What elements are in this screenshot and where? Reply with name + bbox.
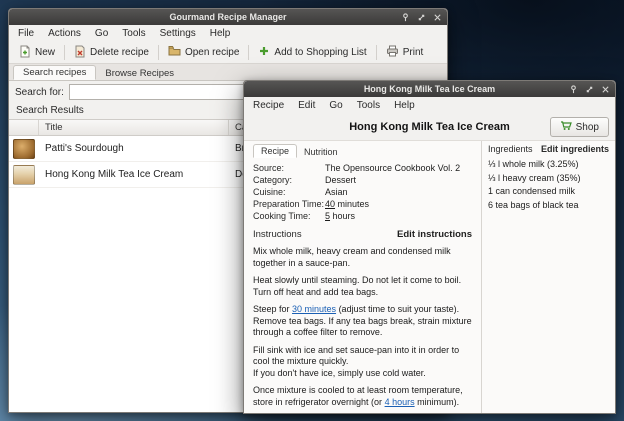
cuisine-label: Cuisine: <box>253 187 325 197</box>
pin-icon[interactable] <box>401 13 410 22</box>
category-value: Dessert <box>325 175 356 185</box>
cuisine-value: Asian <box>325 187 348 197</box>
prep-time-value[interactable]: 40 minutes <box>325 199 369 209</box>
ingredients-list: ⅓ l whole milk (3.25%) ⅓ l heavy cream (… <box>488 158 609 212</box>
recipe-card-window: Hong Kong Milk Tea Ice Cream Recipe Edit… <box>243 80 616 414</box>
shop-cart-icon <box>560 120 572 134</box>
category-label: Category: <box>253 175 325 185</box>
recipe-window-title: Hong Kong Milk Tea Ice Cream <box>364 84 495 94</box>
main-window-title: Gourmand Recipe Manager <box>169 12 286 22</box>
source-label: Source: <box>253 163 325 173</box>
recipe-tabs: Recipe Nutrition <box>253 144 472 158</box>
ingredient-item: 6 tea bags of black tea <box>488 199 609 213</box>
main-toolbar: New Delete recipe Open recipe Add to Sho… <box>9 42 447 64</box>
menu-go[interactable]: Go <box>322 99 349 112</box>
row-title: Patti's Sourdough <box>39 143 229 154</box>
detail-category: Category: Dessert <box>253 175 472 185</box>
row-title: Hong Kong Milk Tea Ice Cream <box>39 169 229 180</box>
recipe-main-column: Recipe Nutrition Source: The Opensource … <box>244 141 481 413</box>
timer-link-4-hours[interactable]: 4 hours <box>385 397 415 407</box>
ingredients-panel: Ingredients Edit ingredients ⅓ l whole m… <box>481 141 615 413</box>
add-to-shopping-list-button[interactable]: Add to Shopping List <box>252 43 372 62</box>
shop-label: Shop <box>576 122 599 133</box>
maximize-icon[interactable] <box>585 85 594 94</box>
instruction-paragraph: Heat slowly until steaming. Do not let i… <box>253 275 472 298</box>
print-button[interactable]: Print <box>380 43 430 62</box>
toolbar-separator <box>376 45 377 60</box>
edit-instructions-button[interactable]: Edit instructions <box>397 229 472 240</box>
prep-time-label: Preparation Time: <box>253 199 325 209</box>
close-icon[interactable] <box>601 85 610 94</box>
delete-icon <box>74 45 86 61</box>
add-shopping-label: Add to Shopping List <box>274 47 366 58</box>
source-value: The Opensource Cookbook Vol. 2 <box>325 163 460 173</box>
instructions-section-header: Instructions Edit instructions <box>253 229 472 240</box>
toolbar-separator <box>248 45 249 60</box>
tab-nutrition[interactable]: Nutrition <box>297 146 345 158</box>
new-label: New <box>35 47 55 58</box>
menu-settings[interactable]: Settings <box>153 27 203 40</box>
print-label: Print <box>403 47 424 58</box>
menu-tools[interactable]: Tools <box>115 27 152 40</box>
instruction-paragraph: Once mixture is cooled to at least room … <box>253 385 472 408</box>
close-icon[interactable] <box>433 13 442 22</box>
menu-actions[interactable]: Actions <box>41 27 88 40</box>
ingredients-label: Ingredients <box>488 144 533 154</box>
maximize-icon[interactable] <box>417 13 426 22</box>
detail-cook-time: Cooking Time: 5 hours <box>253 211 472 221</box>
open-recipe-button[interactable]: Open recipe <box>162 43 245 62</box>
open-folder-icon <box>168 45 181 60</box>
ingredient-item: 1 can condensed milk <box>488 185 609 199</box>
tab-search-recipes[interactable]: Search recipes <box>13 65 96 80</box>
main-tabs: Search recipes Browse Recipes <box>9 64 447 81</box>
menu-file[interactable]: File <box>11 27 41 40</box>
menu-tools[interactable]: Tools <box>350 99 387 112</box>
detail-source: Source: The Opensource Cookbook Vol. 2 <box>253 163 472 173</box>
open-recipe-label: Open recipe <box>185 47 239 58</box>
column-title[interactable]: Title <box>39 120 229 135</box>
tab-recipe[interactable]: Recipe <box>253 144 297 158</box>
edit-ingredients-button[interactable]: Edit ingredients <box>541 144 609 154</box>
ingredient-item: ⅓ l heavy cream (35%) <box>488 172 609 186</box>
search-for-label: Search for: <box>15 87 64 98</box>
delete-recipe-label: Delete recipe <box>90 47 149 58</box>
instruction-paragraph: Fill sink with ice and set sauce-pan int… <box>253 345 472 380</box>
toolbar-separator <box>158 45 159 60</box>
recipe-menubar: Recipe Edit Go Tools Help <box>244 97 615 114</box>
recipe-header: Hong Kong Milk Tea Ice Cream Shop <box>244 114 615 140</box>
recipe-heading: Hong Kong Milk Tea Ice Cream <box>349 121 510 133</box>
detail-cuisine: Cuisine: Asian <box>253 187 472 197</box>
tab-browse-recipes[interactable]: Browse Recipes <box>96 67 183 80</box>
toolbar-separator <box>64 45 65 60</box>
detail-prep-time: Preparation Time: 40 minutes <box>253 199 472 209</box>
add-shopping-icon <box>258 45 270 60</box>
new-icon <box>19 45 31 61</box>
main-menubar: File Actions Go Tools Settings Help <box>9 25 447 42</box>
timer-link-30-minutes[interactable]: 30 minutes <box>292 304 336 314</box>
pin-icon[interactable] <box>569 85 578 94</box>
column-icon[interactable] <box>9 120 39 135</box>
menu-edit[interactable]: Edit <box>291 99 322 112</box>
ingredient-item: ⅓ l whole milk (3.25%) <box>488 158 609 172</box>
print-icon <box>386 45 399 60</box>
menu-help[interactable]: Help <box>387 99 422 112</box>
recipe-content: Recipe Nutrition Source: The Opensource … <box>244 140 615 413</box>
menu-help[interactable]: Help <box>203 27 238 40</box>
bread-thumbnail <box>13 139 35 159</box>
new-button[interactable]: New <box>13 43 61 63</box>
recipe-details: Source: The Opensource Cookbook Vol. 2 C… <box>253 163 472 221</box>
menu-recipe[interactable]: Recipe <box>246 99 291 112</box>
shop-button[interactable]: Shop <box>550 117 609 137</box>
cook-time-value[interactable]: 5 hours <box>325 211 355 221</box>
icecream-thumbnail <box>13 165 35 185</box>
instruction-paragraph: Steep for 30 minutes (adjust time to sui… <box>253 304 472 339</box>
recipe-titlebar[interactable]: Hong Kong Milk Tea Ice Cream <box>244 81 615 97</box>
menu-go[interactable]: Go <box>88 27 115 40</box>
instruction-paragraph: Mix whole milk, heavy cream and condense… <box>253 246 472 269</box>
instructions-label: Instructions <box>253 229 302 240</box>
delete-recipe-button[interactable]: Delete recipe <box>68 43 155 63</box>
cook-time-label: Cooking Time: <box>253 211 325 221</box>
main-titlebar[interactable]: Gourmand Recipe Manager <box>9 9 447 25</box>
ingredients-section-header: Ingredients Edit ingredients <box>488 144 609 154</box>
